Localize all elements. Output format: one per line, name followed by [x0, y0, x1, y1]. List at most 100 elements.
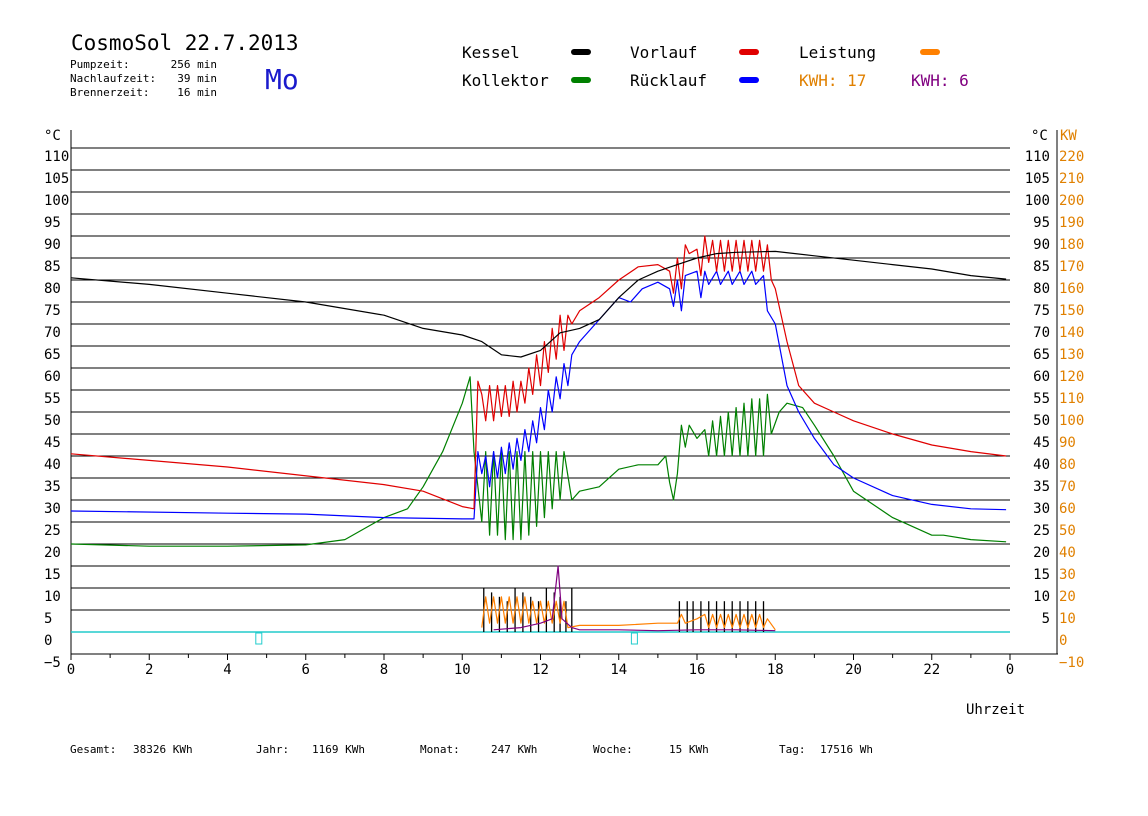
legend-label: Vorlauf — [630, 43, 697, 62]
footer-value: 38326 KWh — [133, 743, 193, 756]
x-tick-label: 0 — [67, 662, 75, 678]
y-tick-label-right: 80 — [1033, 281, 1050, 297]
y-tick-label-left: 50 — [44, 413, 61, 429]
x-tick-label: 8 — [380, 662, 388, 678]
kw-tick-label: 110 — [1059, 391, 1084, 407]
y-tick-label-right: 50 — [1033, 413, 1050, 429]
y-tick-label-right: 25 — [1033, 523, 1050, 539]
kw-tick-label: 70 — [1059, 479, 1076, 495]
x-tick-label: 16 — [689, 662, 706, 678]
kw-tick-label: 220 — [1059, 149, 1084, 165]
y-tick-label-left: 0 — [44, 633, 52, 649]
kw-tick-label: 140 — [1059, 325, 1084, 341]
y-tick-label-right: 20 — [1033, 545, 1050, 561]
y-tick-label-left: 55 — [44, 391, 61, 407]
kw-tick-label: 80 — [1059, 457, 1076, 473]
footer-value: 247 KWh — [491, 743, 537, 756]
kwh-orange-label: KWH: 17 — [799, 71, 866, 90]
y-tick-label-left: 95 — [44, 215, 61, 231]
stat-value: 16 min — [177, 86, 217, 99]
footer-label: Tag: — [779, 743, 806, 756]
stat-label: Brennerzeit: — [70, 86, 149, 99]
y-tick-label-left: 100 — [44, 193, 69, 209]
y-tick-label-right: 45 — [1033, 435, 1050, 451]
footer-value: 1169 KWh — [312, 743, 365, 756]
series-line-vorlauf — [70, 235, 1007, 510]
y-tick-label-right: 100 — [1025, 193, 1050, 209]
kw-tick-label: 170 — [1059, 259, 1084, 275]
kw-tick-label: 180 — [1059, 237, 1084, 253]
footer-value: 15 KWh — [669, 743, 709, 756]
kw-tick-label: 20 — [1059, 589, 1076, 605]
chart-svg: CosmoSol 22.7.2013 Pumpzeit: 256 min Nachl… — [44, 31, 1084, 756]
grid-lines — [71, 147, 1058, 655]
y-tick-label-right: 70 — [1033, 325, 1050, 341]
y-tick-label-left: 60 — [44, 369, 61, 385]
day-label: Mo — [265, 63, 299, 96]
y-tick-label-right: 60 — [1033, 369, 1050, 385]
y-axis-unit-right-c: °C — [1031, 128, 1048, 144]
footer-totals: Gesamt: 38326 KWh Jahr: 1169 KWh Monat: 247 K… — [70, 743, 873, 756]
kw-tick-label: 130 — [1059, 347, 1084, 363]
legend-swatch — [739, 77, 759, 83]
y-tick-label-right: 110 — [1025, 149, 1050, 165]
x-tick-label: 22 — [923, 662, 940, 678]
legend-label: Kollektor — [462, 71, 549, 90]
y-tick-label-left: 70 — [44, 325, 61, 341]
y-tick-label-left: 35 — [44, 479, 61, 495]
y-tick-label-right: 40 — [1033, 457, 1050, 473]
kw-tick-label: 190 — [1059, 215, 1084, 231]
y-tick-label-left: 10 — [44, 589, 61, 605]
x-tick-label: 2 — [145, 662, 153, 678]
y-tick-label-left: 20 — [44, 545, 61, 561]
y-tick-label-right: 10 — [1033, 589, 1050, 605]
kw-tick-label: 10 — [1059, 611, 1076, 627]
stat-label: Pumpzeit: — [70, 58, 130, 71]
kw-tick-label: 30 — [1059, 567, 1076, 583]
series-line-kollektor — [70, 376, 1007, 547]
kw-tick-label: 150 — [1059, 303, 1084, 319]
y-tick-label-left: 65 — [44, 347, 61, 363]
footer-label: Monat: — [420, 743, 460, 756]
kw-tick-label: 160 — [1059, 281, 1084, 297]
kw-tick-label: 210 — [1059, 171, 1084, 187]
series-line-kessel — [70, 250, 1007, 358]
y-tick-label-right: 65 — [1033, 347, 1050, 363]
y-tick-label-right: 55 — [1033, 391, 1050, 407]
stat-label: Nachlaufzeit: — [70, 72, 156, 85]
zero-line-marker — [255, 632, 263, 645]
y-tick-label-left: 15 — [44, 567, 61, 583]
kw-tick-label: 0 — [1059, 633, 1067, 649]
page: CosmoSol 22.7.2013 Pumpzeit: 256 min Nachl… — [0, 0, 1148, 812]
stat-value: 256 min — [171, 58, 217, 71]
tick-labels: 1101051009590858075706560555045403530252… — [44, 149, 1084, 678]
y-tick-label-left: 105 — [44, 171, 69, 187]
axes — [70, 130, 1058, 660]
y-tick-label-right: 30 — [1033, 501, 1050, 517]
kw-tick-label: 60 — [1059, 501, 1076, 517]
x-tick-label: 6 — [302, 662, 310, 678]
header-stats: Pumpzeit: 256 min Nachlaufzeit: 39 min Brenn… — [70, 58, 217, 99]
y-tick-label-left: 45 — [44, 435, 61, 451]
legend-label: Leistung — [799, 43, 876, 62]
y-tick-label-left: 40 — [44, 457, 61, 473]
y-tick-label-left: 85 — [44, 259, 61, 275]
y-tick-label-left: 80 — [44, 281, 61, 297]
x-tick-label: 14 — [610, 662, 627, 678]
y-tick-label-left: 75 — [44, 303, 61, 319]
series-line-leistung — [481, 596, 776, 631]
kw-tick-label: 200 — [1059, 193, 1084, 209]
x-tick-label: 4 — [223, 662, 231, 678]
legend-label: Kessel — [462, 43, 520, 62]
kw-tick-label: 40 — [1059, 545, 1076, 561]
y-tick-label-right: 15 — [1033, 567, 1050, 583]
legend: Kessel Vorlauf Leistung Kollektor Rücklauf — [462, 43, 940, 90]
chart-title: CosmoSol 22.7.2013 — [71, 31, 299, 55]
y-tick-label-right: 85 — [1033, 259, 1050, 275]
x-tick-label: 0 — [1006, 662, 1014, 678]
x-tick-label: 20 — [845, 662, 862, 678]
stat-value: 39 min — [177, 72, 217, 85]
kw-tick-label: 120 — [1059, 369, 1084, 385]
y-axis-unit-left: °C — [44, 128, 61, 144]
x-tick-label: 12 — [532, 662, 549, 678]
